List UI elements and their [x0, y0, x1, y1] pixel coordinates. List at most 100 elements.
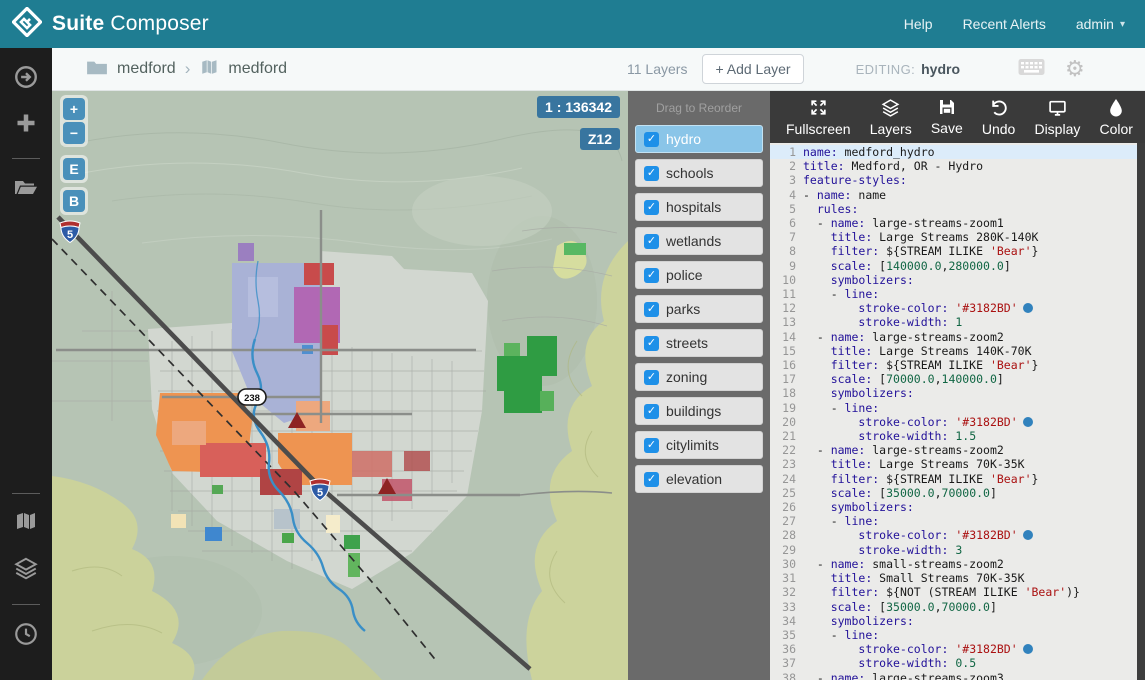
layer-visibility-checkbox[interactable]: ✓ — [644, 370, 659, 385]
code-line[interactable]: 24 filter: ${STREAM ILIKE 'Bear'} — [770, 472, 1145, 486]
nav-item-admin-menu[interactable]: admin▾ — [1076, 16, 1125, 32]
code-line[interactable]: 31 title: Small Streams 70K-35K — [770, 571, 1145, 585]
code-text: - name: large-streams-zoom2 — [803, 443, 1004, 457]
code-line[interactable]: 28 stroke-color: '#3182BD' — [770, 528, 1145, 542]
layer-visibility-checkbox[interactable]: ✓ — [644, 234, 659, 249]
nav-item-recent-alerts[interactable]: Recent Alerts — [963, 16, 1046, 32]
code-line[interactable]: 25 scale: [35000.0,70000.0] — [770, 486, 1145, 500]
open-folder-icon[interactable] — [13, 175, 39, 204]
layer-item-streets[interactable]: ✓streets — [635, 329, 763, 357]
layer-visibility-checkbox[interactable]: ✓ — [644, 200, 659, 215]
zoom-out-button[interactable]: − — [63, 122, 85, 144]
color-swatch[interactable] — [1023, 417, 1033, 427]
code-line[interactable]: 34 symbolizers: — [770, 614, 1145, 628]
layer-visibility-checkbox[interactable]: ✓ — [644, 472, 659, 487]
code-line[interactable]: 19 - line: — [770, 401, 1145, 415]
layer-visibility-checkbox[interactable]: ✓ — [644, 132, 659, 147]
go-arrow-circle-icon[interactable] — [13, 64, 39, 95]
line-number: 22 — [770, 443, 803, 457]
layer-item-parks[interactable]: ✓parks — [635, 295, 763, 323]
layer-item-citylimits[interactable]: ✓citylimits — [635, 431, 763, 459]
code-line[interactable]: 37 stroke-width: 0.5 — [770, 656, 1145, 670]
layer-item-wetlands[interactable]: ✓wetlands — [635, 227, 763, 255]
code-line[interactable]: 20 stroke-color: '#3182BD' — [770, 415, 1145, 429]
keyboard-shortcuts-icon[interactable] — [1018, 58, 1045, 81]
code-line[interactable]: 10 symbolizers: — [770, 273, 1145, 287]
undo-button[interactable]: Undo — [982, 98, 1015, 137]
color-button[interactable]: Color — [1099, 98, 1132, 137]
code-line[interactable]: 21 stroke-width: 1.5 — [770, 429, 1145, 443]
nav-item-help[interactable]: Help — [904, 16, 933, 32]
color-swatch[interactable] — [1023, 303, 1033, 313]
line-number: 8 — [770, 244, 803, 258]
code-line[interactable]: 32 filter: ${NOT (STREAM ILIKE 'Bear')} — [770, 585, 1145, 599]
code-line[interactable]: 5 rules: — [770, 202, 1145, 216]
code-line[interactable]: 18 symbolizers: — [770, 386, 1145, 400]
map-canvas[interactable]: 5 5 238 — [52, 91, 628, 680]
layer-visibility-checkbox[interactable]: ✓ — [644, 438, 659, 453]
code-line[interactable]: 35 - line: — [770, 628, 1145, 642]
code-line[interactable]: 33 scale: [35000.0,70000.0] — [770, 600, 1145, 614]
layer-visibility-checkbox[interactable]: ✓ — [644, 268, 659, 283]
code-line[interactable]: 8 filter: ${STREAM ILIKE 'Bear'} — [770, 244, 1145, 258]
code-text: stroke-color: '#3182BD' — [803, 415, 1033, 429]
code-line[interactable]: 1name: medford_hydro — [770, 145, 1145, 159]
layer-visibility-checkbox[interactable]: ✓ — [644, 404, 659, 419]
breadcrumb-project[interactable]: medford — [117, 60, 176, 78]
edit-mode-button[interactable]: E — [63, 158, 85, 180]
code-line[interactable]: 7 title: Large Streams 280K-140K — [770, 230, 1145, 244]
zoom-in-button[interactable]: + — [63, 98, 85, 120]
color-swatch[interactable] — [1023, 644, 1033, 654]
layers-button[interactable]: Layers — [870, 98, 912, 137]
settings-gear-icon[interactable]: ⚙ — [1065, 58, 1085, 80]
code-text: scale: [35000.0,70000.0] — [803, 486, 997, 500]
code-line[interactable]: 22 - name: large-streams-zoom2 — [770, 443, 1145, 457]
code-line[interactable]: 3feature-styles: — [770, 173, 1145, 187]
code-line[interactable]: 4- name: name — [770, 188, 1145, 202]
code-line[interactable]: 11 - line: — [770, 287, 1145, 301]
caret-down-icon: ▾ — [1120, 19, 1125, 30]
history-clock-icon[interactable] — [13, 621, 39, 652]
layer-visibility-checkbox[interactable]: ✓ — [644, 336, 659, 351]
code-line[interactable]: 12 stroke-color: '#3182BD' — [770, 301, 1145, 315]
breadcrumb-map[interactable]: medford — [228, 60, 287, 78]
layer-visibility-checkbox[interactable]: ✓ — [644, 302, 659, 317]
layer-item-hydro[interactable]: ✓hydro — [635, 125, 763, 153]
code-line[interactable]: 16 filter: ${STREAM ILIKE 'Bear'} — [770, 358, 1145, 372]
code-line[interactable]: 15 title: Large Streams 140K-70K — [770, 344, 1145, 358]
layer-item-police[interactable]: ✓police — [635, 261, 763, 289]
code-line[interactable]: 2title: Medford, OR - Hydro — [770, 159, 1145, 173]
basemap-button[interactable]: B — [63, 190, 85, 212]
breadcrumb-separator: › — [185, 59, 191, 79]
map-viewport[interactable]: 5 5 238 + — [52, 91, 628, 680]
code-line[interactable]: 9 scale: [140000.0,280000.0] — [770, 259, 1145, 273]
add-layer-button[interactable]: + Add Layer — [702, 54, 803, 84]
code-line[interactable]: 26 symbolizers: — [770, 500, 1145, 514]
layer-visibility-checkbox[interactable]: ✓ — [644, 166, 659, 181]
layer-item-buildings[interactable]: ✓buildings — [635, 397, 763, 425]
layers-icon[interactable] — [13, 555, 39, 586]
layer-item-hospitals[interactable]: ✓hospitals — [635, 193, 763, 221]
code-line[interactable]: 23 title: Large Streams 70K-35K — [770, 457, 1145, 471]
yaml-code-editor[interactable]: 1name: medford_hydro2title: Medford, OR … — [770, 143, 1145, 680]
layer-item-elevation[interactable]: ✓elevation — [635, 465, 763, 493]
layer-item-schools[interactable]: ✓schools — [635, 159, 763, 187]
code-line[interactable]: 27 - line: — [770, 514, 1145, 528]
code-line[interactable]: 14 - name: large-streams-zoom2 — [770, 330, 1145, 344]
code-line[interactable]: 6 - name: large-streams-zoom1 — [770, 216, 1145, 230]
color-swatch[interactable] — [1023, 530, 1033, 540]
code-line[interactable]: 30 - name: small-streams-zoom2 — [770, 557, 1145, 571]
code-line[interactable]: 13 stroke-width: 1 — [770, 315, 1145, 329]
code-line[interactable]: 36 stroke-color: '#3182BD' — [770, 642, 1145, 656]
save-button[interactable]: Save — [931, 98, 963, 136]
layer-item-zoning[interactable]: ✓zoning — [635, 363, 763, 391]
brand[interactable]: Suite Composer — [12, 7, 209, 42]
code-line[interactable]: 38 - name: large-streams-zoom3 — [770, 671, 1145, 680]
fullscreen-button[interactable]: Fullscreen — [786, 98, 851, 137]
editor-scrollbar[interactable] — [1137, 143, 1145, 680]
add-plus-icon[interactable] — [14, 111, 38, 140]
map-icon[interactable] — [13, 510, 39, 539]
code-line[interactable]: 17 scale: [70000.0,140000.0] — [770, 372, 1145, 386]
display-button[interactable]: Display — [1034, 98, 1080, 137]
code-line[interactable]: 29 stroke-width: 3 — [770, 543, 1145, 557]
